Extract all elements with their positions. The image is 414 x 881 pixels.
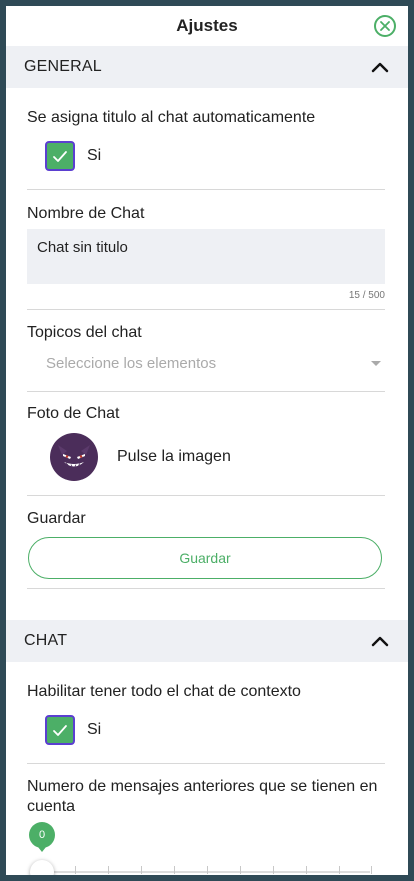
auto-title-checkbox[interactable]: [45, 141, 75, 171]
full-context-check-row: Si: [45, 715, 385, 745]
slider-tick: [306, 866, 307, 874]
slider-tick: [75, 866, 76, 874]
auto-title-field: Se asigna titulo al chat automaticamente…: [27, 88, 385, 190]
previous-messages-label: Numero de mensajes anteriores que se tie…: [27, 778, 378, 815]
section-chat-title: CHAT: [24, 632, 68, 649]
full-context-field: Habilitar tener todo el chat de contexto…: [27, 662, 385, 764]
slider-tick: [273, 866, 274, 874]
section-chat-toggle[interactable]: CHAT: [6, 620, 408, 662]
topics-placeholder: Seleccione los elementos: [46, 354, 217, 372]
full-context-checkbox[interactable]: [45, 715, 75, 745]
settings-header: Ajustes: [6, 6, 408, 46]
slider-tick: [339, 866, 340, 874]
settings-panel: Ajustes GENERAL Se asigna titulo al chat…: [6, 6, 408, 875]
slider-tick: [141, 866, 142, 874]
check-icon: [53, 724, 67, 736]
chat-name-input[interactable]: Chat sin titulo: [27, 229, 385, 284]
topics-label: Topicos del chat: [27, 324, 142, 341]
slider-track: [42, 871, 370, 873]
chat-name-counter: 15 / 500: [348, 290, 385, 301]
chat-content: Habilitar tener todo el chat de contexto…: [6, 662, 408, 817]
page-title: Ajustes: [176, 16, 238, 35]
close-icon[interactable]: [374, 15, 396, 37]
photo-label: Foto de Chat: [27, 405, 120, 422]
previous-messages-field: Numero de mensajes anteriores que se tie…: [27, 764, 385, 817]
check-icon: [53, 150, 67, 162]
topics-select[interactable]: Seleccione los elementos: [27, 351, 385, 375]
chat-name-field: Nombre de Chat Chat sin titulo 15 / 500: [27, 190, 385, 310]
save-button[interactable]: Guardar: [28, 537, 382, 579]
save-field: Guardar Guardar: [27, 496, 385, 589]
photo-hint: Pulse la imagen: [117, 448, 231, 465]
caret-down-icon: [371, 360, 381, 366]
general-content: Se asigna titulo al chat automaticamente…: [6, 88, 408, 589]
slider-tick: [108, 866, 109, 874]
slider-tick: [240, 866, 241, 874]
save-label: Guardar: [27, 510, 86, 527]
auto-title-checkbox-label: Si: [87, 147, 102, 164]
slider-value-bubble: 0: [29, 822, 55, 852]
slider-thumb[interactable]: [30, 860, 54, 875]
chevron-up-icon[interactable]: [370, 631, 390, 651]
slider-tick: [207, 866, 208, 874]
topics-field: Topicos del chat Seleccione los elemento…: [27, 310, 385, 392]
slider-tick: [371, 866, 372, 874]
chevron-up-icon[interactable]: [370, 57, 390, 77]
previous-messages-slider[interactable]: 0: [28, 822, 384, 875]
photo-row: Pulse la imagen: [50, 433, 385, 481]
chat-name-label: Nombre de Chat: [27, 205, 145, 222]
full-context-label: Habilitar tener todo el chat de contexto: [27, 683, 301, 700]
auto-title-label: Se asigna titulo al chat automaticamente: [27, 109, 316, 126]
section-general-toggle[interactable]: GENERAL: [6, 46, 408, 88]
slider-tick: [174, 866, 175, 874]
section-general-title: GENERAL: [24, 58, 102, 75]
auto-title-check-row: Si: [45, 141, 385, 171]
full-context-checkbox-label: Si: [87, 721, 102, 738]
gengar-avatar-icon[interactable]: [50, 433, 98, 481]
photo-field: Foto de Chat Pulse la imagen: [27, 392, 385, 496]
